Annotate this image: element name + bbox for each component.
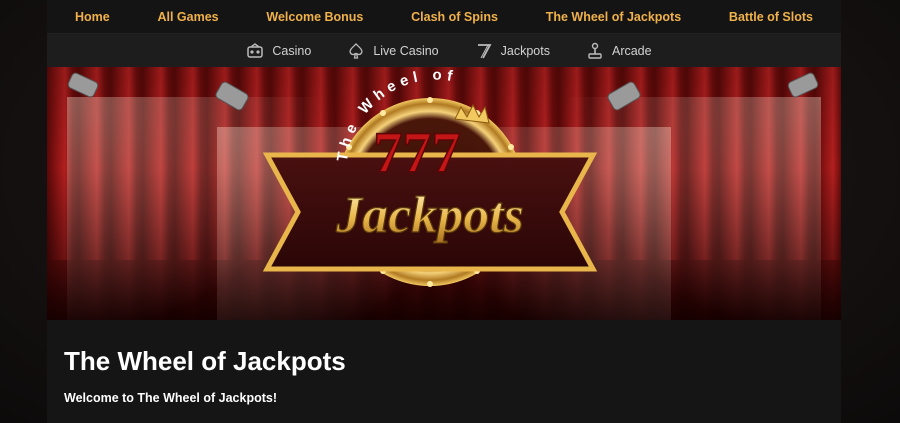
spade-icon [349, 42, 363, 59]
sub-nav: Casino Live Casino Jackpots Arcade [47, 34, 841, 67]
subnav-casino-label: Casino [272, 43, 312, 58]
nav-wheel-of-jackpots-link[interactable]: The Wheel of Jackpots [546, 10, 681, 24]
nav-home-link[interactable]: Home [75, 10, 110, 24]
main-content: The Wheel of Jackpots Welcome to The Whe… [47, 320, 841, 405]
subnav-jackpots[interactable]: Jackpots [475, 42, 550, 60]
subnav-arcade[interactable]: Arcade [586, 42, 652, 60]
nav-battle-of-slots-link[interactable]: Battle of Slots [729, 10, 813, 24]
subnav-arcade-label: Arcade [611, 43, 652, 58]
sevens-graphic: 777 [374, 120, 461, 185]
ribbon-jackpots-text: Jackpots [335, 187, 524, 244]
nav-welcome-bonus-link[interactable]: Welcome Bonus [266, 10, 363, 24]
nav-clash-of-spins-link[interactable]: Clash of Spins [411, 10, 498, 24]
welcome-text: Welcome to The Wheel of Jackpots! [64, 391, 278, 405]
hero-banner: 777 The Wheel of Jackpots [47, 67, 841, 320]
subnav-live-casino[interactable]: Live Casino [347, 42, 439, 60]
jackpots-logo-art: 777 The Wheel of Jackpots [67, 67, 819, 287]
page-container: Home All Games Welcome Bonus Clash of Sp… [47, 0, 841, 423]
casino-icon [247, 42, 264, 58]
subnav-live-casino-label: Live Casino [373, 43, 439, 58]
joystick-icon [588, 42, 602, 59]
top-nav: Home All Games Welcome Bonus Clash of Sp… [47, 0, 841, 34]
nav-all-games-link[interactable]: All Games [157, 10, 218, 24]
subnav-jackpots-label: Jackpots [500, 43, 550, 58]
subnav-casino[interactable]: Casino [246, 42, 311, 60]
seven-icon [477, 43, 492, 58]
page-title: The Wheel of Jackpots [64, 346, 346, 376]
